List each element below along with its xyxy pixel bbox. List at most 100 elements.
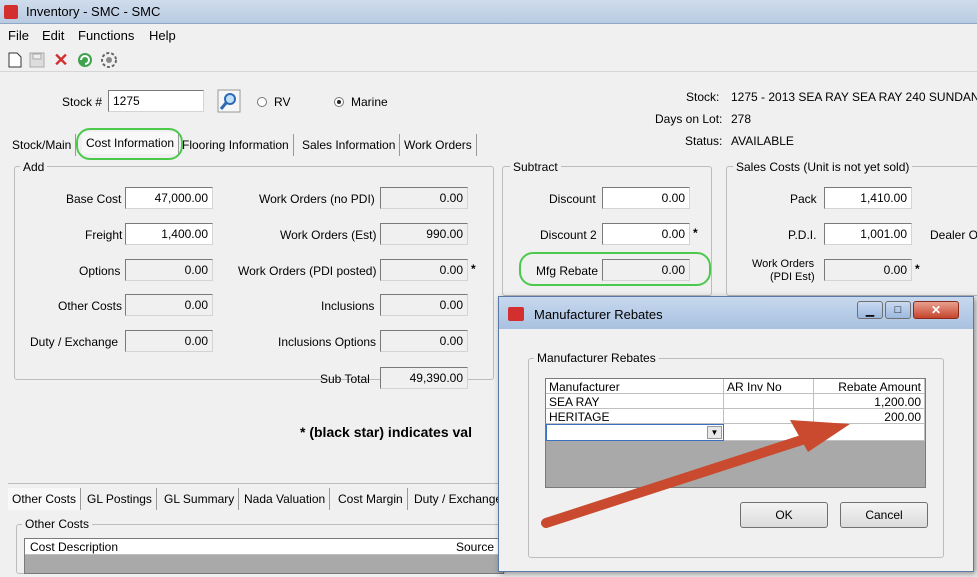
col-manufacturer: Manufacturer <box>546 379 724 394</box>
tab-work-orders[interactable]: Work Orders <box>400 134 477 156</box>
window-title: Inventory - SMC - SMC <box>26 4 161 19</box>
tab-duty-exchange[interactable]: Duty / Exchange <box>410 488 506 510</box>
discount2-star: * <box>693 226 698 240</box>
ok-button[interactable]: OK <box>740 502 828 528</box>
stock-label: Stock # <box>62 95 103 109</box>
discount-field[interactable]: 0.00 <box>602 187 690 209</box>
sales-costs-group-title: Sales Costs (Unit is not yet sold) <box>733 160 913 174</box>
days-on-lot-label: Days on Lot: <box>655 112 723 126</box>
col-ar-inv-no: AR Inv No <box>724 379 814 394</box>
rv-label: RV <box>274 95 291 109</box>
marine-label: Marine <box>351 95 388 109</box>
col-rebate-amount: Rebate Amount <box>814 379 925 394</box>
menu-help[interactable]: Help <box>149 28 176 43</box>
tab-other-costs[interactable]: Other Costs <box>8 488 82 510</box>
bottom-tab-divider <box>8 483 504 484</box>
pdi-label: P.D.I. <box>788 228 817 242</box>
wo-no-pdi-field: 0.00 <box>380 187 468 209</box>
inclusions-options-field: 0.00 <box>380 330 468 352</box>
discount2-field[interactable]: 0.00 <box>602 223 690 245</box>
wo-est-field: 990.00 <box>380 223 468 245</box>
tab-nada-valuation[interactable]: Nada Valuation <box>240 488 331 510</box>
wo-pdi-posted-field: 0.00 <box>380 259 468 281</box>
other-costs-group-title: Other Costs <box>22 517 93 531</box>
status-value: AVAILABLE <box>731 134 794 148</box>
discount-label: Discount <box>549 192 596 206</box>
dialog-title: Manufacturer Rebates <box>534 307 663 322</box>
inclusions-label: Inclusions <box>321 299 375 313</box>
menu-file[interactable]: File <box>8 28 29 43</box>
dialog-rebates-group-title: Manufacturer Rebates <box>534 351 659 365</box>
base-cost-label: Base Cost <box>66 192 122 206</box>
other-costs-field: 0.00 <box>125 294 213 316</box>
subtract-group-title: Subtract <box>510 160 561 174</box>
rv-radio[interactable] <box>257 97 267 107</box>
new-row-manufacturer-select[interactable] <box>546 424 724 441</box>
row-ar-inv-no[interactable] <box>724 409 814 424</box>
info-stock-label: Stock: <box>686 90 720 104</box>
subtotal-field: 49,390.00 <box>380 367 468 389</box>
dialog-app-icon <box>508 307 524 321</box>
save-icon[interactable] <box>28 51 46 69</box>
duty-exchange-label: Duty / Exchange <box>30 335 119 349</box>
subtotal-label: Sub Total <box>320 372 370 386</box>
freight-field[interactable]: 1,400.00 <box>125 223 213 245</box>
settings-icon[interactable] <box>100 51 118 69</box>
new-row-ar-inv-no[interactable] <box>724 424 814 441</box>
row-rebate-amount[interactable]: 1,200.00 <box>814 394 925 409</box>
sales-wo-field: 0.00 <box>824 259 912 281</box>
menu-functions[interactable]: Functions <box>78 28 134 43</box>
maximize-button[interactable]: □ <box>885 301 911 319</box>
sales-wo-label-2: (PDI Est) <box>770 271 815 283</box>
wo-pdi-star: * <box>471 262 476 276</box>
status-label: Status: <box>685 134 723 148</box>
tab-sales-information[interactable]: Sales Information <box>298 134 401 156</box>
options-label: Options <box>79 264 121 278</box>
toolbar <box>0 46 977 72</box>
stock-input[interactable]: 1275 <box>108 90 204 112</box>
close-button[interactable]: ✕ <box>913 301 959 319</box>
add-group-title: Add <box>20 160 48 174</box>
options-field: 0.00 <box>125 259 213 281</box>
menu-edit[interactable]: Edit <box>42 28 64 43</box>
tab-cost-margin[interactable]: Cost Margin <box>334 488 408 510</box>
row-manufacturer[interactable]: SEA RAY <box>546 394 724 409</box>
other-costs-label: Other Costs <box>58 299 123 313</box>
new-row-rebate-amount[interactable] <box>814 424 925 441</box>
tab-highlight <box>76 128 183 160</box>
dealer-label: Dealer O <box>930 228 977 242</box>
search-icon[interactable] <box>216 88 242 114</box>
duty-exchange-field: 0.00 <box>125 330 213 352</box>
tab-gl-summary[interactable]: GL Summary <box>160 488 240 510</box>
pack-field[interactable]: 1,410.00 <box>824 187 912 209</box>
inclusions-field: 0.00 <box>380 294 468 316</box>
delete-icon[interactable]: ✕ <box>52 50 70 70</box>
pdi-field[interactable]: 1,001.00 <box>824 223 912 245</box>
cancel-button[interactable]: Cancel <box>840 502 928 528</box>
sales-wo-star: * <box>915 262 920 276</box>
tab-stock-main[interactable]: Stock/Main <box>8 134 77 156</box>
base-cost-field[interactable]: 47,000.00 <box>125 187 213 209</box>
minimize-button[interactable]: ▁ <box>857 301 883 319</box>
marine-radio[interactable] <box>334 97 344 107</box>
row-rebate-amount[interactable]: 200.00 <box>814 409 925 424</box>
tab-flooring-information[interactable]: Flooring Information <box>178 134 294 156</box>
wo-no-pdi-label: Work Orders (no PDI) <box>259 192 375 206</box>
new-icon[interactable] <box>6 51 24 69</box>
menu-bar <box>0 24 977 46</box>
sales-wo-label: Work Orders <box>752 258 815 270</box>
col-cost-description: Cost Description <box>30 540 119 554</box>
chevron-down-icon[interactable]: ▼ <box>707 426 722 439</box>
discount2-label: Discount 2 <box>540 228 597 242</box>
wo-pdi-posted-label: Work Orders (PDI posted) <box>238 264 377 278</box>
row-manufacturer[interactable]: HERITAGE <box>546 409 724 424</box>
row-ar-inv-no[interactable] <box>724 394 814 409</box>
refresh-icon[interactable] <box>76 51 94 69</box>
app-icon <box>4 5 18 19</box>
tab-gl-postings[interactable]: GL Postings <box>83 488 157 510</box>
freight-label: Freight <box>85 228 123 242</box>
pack-label: Pack <box>790 192 817 206</box>
days-on-lot-value: 278 <box>731 112 752 126</box>
info-stock-value: 1275 - 2013 SEA RAY SEA RAY 240 SUNDAN <box>731 90 977 104</box>
inclusions-options-label: Inclusions Options <box>278 335 377 349</box>
